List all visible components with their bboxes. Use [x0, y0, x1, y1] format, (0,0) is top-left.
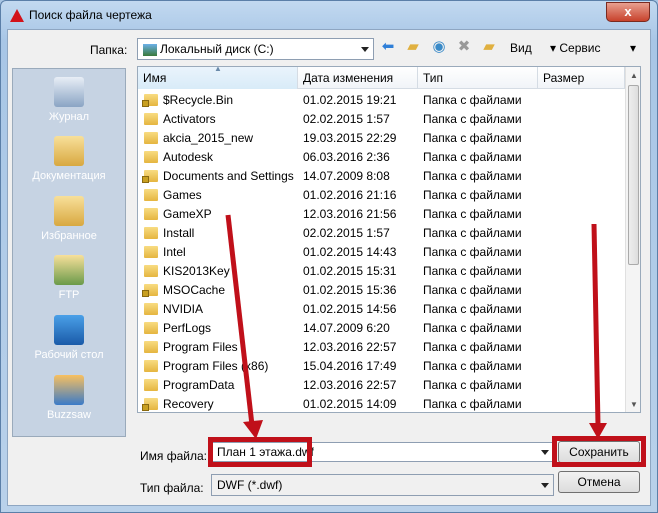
- arrow-head-filename: [243, 420, 263, 439]
- arrow-head-save: [589, 423, 607, 439]
- arrow-to-filename: [225, 214, 255, 426]
- arrow-to-save: [591, 223, 601, 426]
- annotation-arrows: [225, 214, 607, 439]
